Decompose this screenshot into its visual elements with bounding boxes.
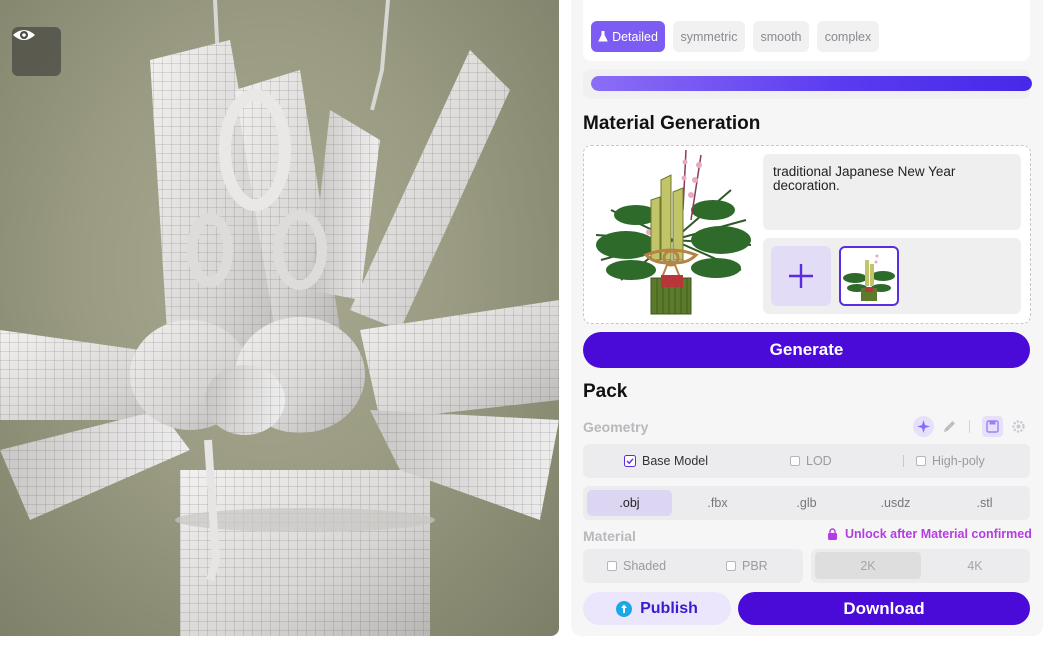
format-stl[interactable]: .stl — [942, 490, 1027, 516]
visibility-toggle-button[interactable] — [12, 27, 61, 76]
format-fbx[interactable]: .fbx — [675, 490, 760, 516]
chip-symmetric[interactable]: symmetric — [673, 21, 745, 52]
option-shaded[interactable]: Shaded — [607, 559, 666, 573]
sparkle-icon[interactable] — [913, 416, 934, 437]
option-high-poly[interactable]: High-poly — [916, 454, 985, 468]
pack-title: Pack — [583, 381, 628, 402]
geometry-label: Geometry — [583, 419, 649, 435]
progress-fill — [591, 76, 1032, 91]
pencil-icon[interactable] — [942, 419, 957, 434]
plus-icon — [789, 264, 813, 288]
chip-detailed[interactable]: Detailed — [591, 21, 665, 52]
option-lod[interactable]: LOD — [790, 454, 832, 468]
chip-complex[interactable]: complex — [817, 21, 879, 52]
eye-icon — [13, 30, 35, 40]
checkbox-icon — [607, 561, 617, 571]
option-base-model[interactable]: Base Model — [624, 454, 708, 468]
generation-progress-bar — [591, 76, 1032, 91]
checkbox-icon — [916, 456, 926, 466]
checkbox-checked-icon — [624, 455, 636, 467]
settings-icon[interactable] — [1011, 419, 1026, 434]
row-divider — [903, 455, 904, 467]
option-label: High-poly — [932, 454, 985, 468]
unlock-text: Unlock after Material confirmed — [845, 527, 1032, 541]
material-label: Material — [583, 528, 636, 544]
option-label: LOD — [806, 454, 832, 468]
option-label: Shaded — [623, 559, 667, 573]
resolution-4k[interactable]: 4K — [922, 552, 1028, 579]
wireframe-model — [0, 0, 559, 636]
toolbar-divider — [969, 420, 970, 433]
reference-image[interactable] — [591, 150, 756, 318]
reference-thumbnail-image — [843, 254, 895, 301]
publish-button[interactable]: Publish — [583, 592, 731, 625]
format-obj[interactable]: .obj — [587, 490, 672, 516]
checkbox-icon — [790, 456, 800, 466]
generate-button[interactable]: Generate — [583, 332, 1030, 368]
format-usdz[interactable]: .usdz — [853, 490, 938, 516]
model-viewport[interactable] — [0, 0, 559, 636]
flask-icon — [598, 31, 608, 42]
option-label: PBR — [742, 559, 768, 573]
publish-icon — [616, 600, 633, 617]
option-label: Base Model — [642, 454, 709, 468]
option-pbr[interactable]: PBR — [726, 559, 768, 573]
unlock-notice: Unlock after Material confirmed — [827, 527, 1032, 541]
chip-label: symmetric — [680, 29, 738, 44]
format-glb[interactable]: .glb — [764, 490, 849, 516]
chip-label: complex — [824, 29, 872, 44]
lock-icon — [828, 528, 837, 540]
chip-label: Detailed — [612, 29, 658, 44]
publish-label: Publish — [640, 599, 698, 617]
add-reference-button[interactable] — [771, 246, 831, 306]
prompt-textarea[interactable]: traditional Japanese New Year decoration… — [763, 154, 1021, 230]
chip-smooth[interactable]: smooth — [753, 21, 809, 52]
save-icon[interactable] — [982, 416, 1003, 437]
download-button[interactable]: Download — [738, 592, 1030, 625]
material-generation-title: Material Generation — [583, 113, 761, 134]
reference-thumbnail[interactable] — [839, 246, 899, 306]
chip-label: smooth — [760, 29, 802, 44]
checkbox-icon — [726, 561, 736, 571]
resolution-2k[interactable]: 2K — [815, 552, 921, 579]
